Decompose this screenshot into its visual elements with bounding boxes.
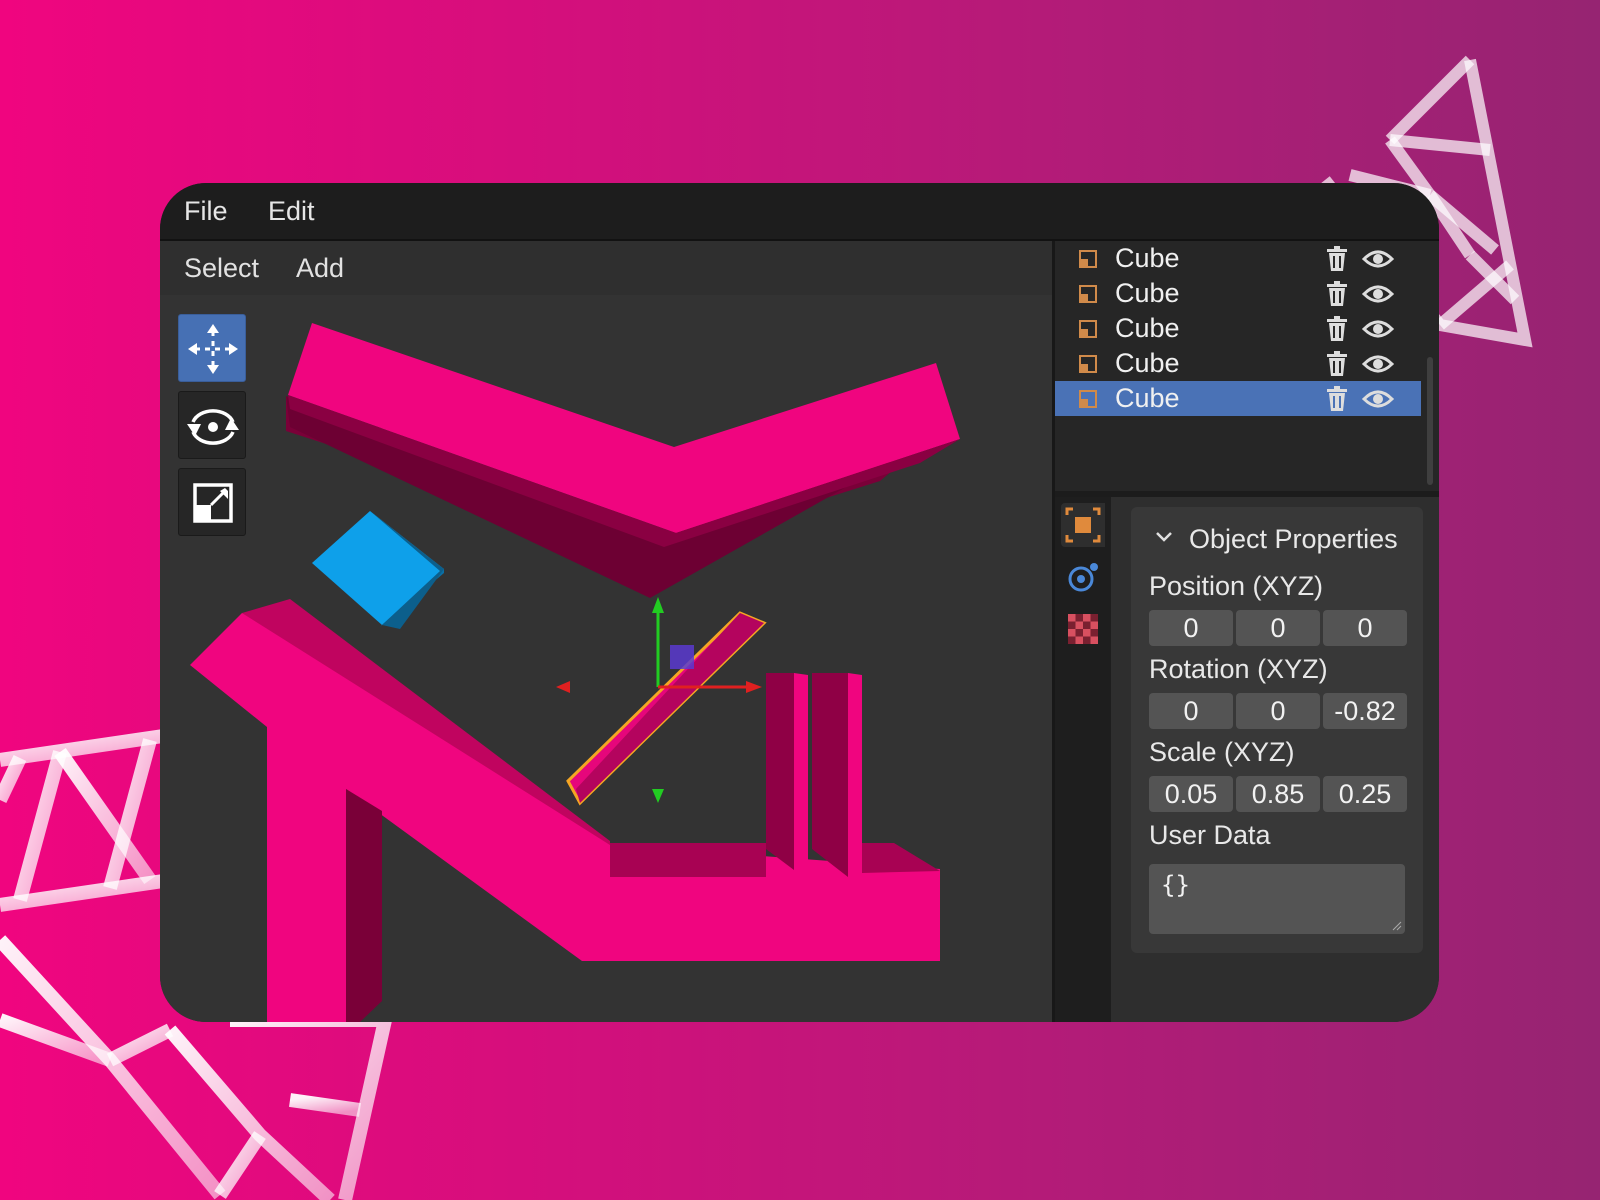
scale-x-field[interactable]: 0.05 [1149,776,1233,812]
rotation-y-field[interactable]: 0 [1236,693,1320,729]
trash-icon[interactable] [1326,386,1348,412]
eye-icon[interactable] [1362,283,1394,305]
outliner-item[interactable]: Cube [1055,346,1421,381]
eye-icon[interactable] [1362,388,1394,410]
cube-object-icon [1079,250,1097,268]
gizmo-x-arrow-left [556,681,570,693]
menu-edit[interactable]: Edit [268,191,315,231]
physics-tab-icon [1068,563,1098,592]
properties-tab-bar [1055,497,1111,1022]
material-tab-icon [1068,614,1098,644]
user-data-value: {} [1161,871,1190,899]
scale-label: Scale (XYZ) [1149,737,1295,767]
outliner-item[interactable]: Cube [1055,276,1421,311]
blue-cube-top [312,511,444,625]
scale-icon [193,483,233,523]
panel-title[interactable]: Object Properties [1189,521,1398,557]
wall-right-front [848,673,862,879]
cube-object-icon [1079,390,1097,408]
position-label: Position (XYZ) [1149,571,1324,601]
outliner-item[interactable]: Cube [1055,241,1421,276]
eye-icon[interactable] [1362,248,1394,270]
material-properties-tab[interactable] [1061,607,1105,651]
gizmo-y-arrow-up [652,597,664,613]
menubar: File Edit [160,183,1439,241]
outliner-item[interactable]: Cube [1055,311,1421,346]
position-z-field[interactable]: 0 [1323,610,1407,646]
wall-left-front [794,673,808,879]
selected-plank-side [576,613,764,803]
position-y-field[interactable]: 0 [1236,610,1320,646]
floor-ledge-top-right [862,843,940,873]
scene-render[interactable] [160,241,1052,1022]
eye-icon[interactable] [1362,318,1394,340]
move-tool-button[interactable] [178,314,246,382]
v-beam [288,323,960,533]
trash-icon[interactable] [1326,281,1348,307]
menu-add[interactable]: Add [296,248,344,288]
rotate-icon [187,409,239,445]
outliner-item-label: Cube [1115,243,1180,273]
outliner-scrollbar[interactable] [1427,357,1433,485]
trash-icon[interactable] [1326,246,1348,272]
gizmo-center [670,645,694,669]
object-properties-panel: Object Properties Position (XYZ) 0 0 0 R… [1131,507,1423,953]
wall-right-side [812,673,848,877]
scale-z-field[interactable]: 0.25 [1323,776,1407,812]
object-properties-tab[interactable] [1061,503,1105,547]
outliner-item-selected[interactable]: Cube [1055,381,1421,416]
outliner-item-label: Cube [1115,278,1180,308]
chevron-down-icon[interactable] [1155,531,1173,543]
physics-properties-tab[interactable] [1061,555,1105,599]
menu-file[interactable]: File [184,191,228,231]
object-tab-icon [1065,507,1101,543]
resize-grip-icon[interactable] [1392,921,1402,931]
cube-object-icon [1079,320,1097,338]
rotation-label: Rotation (XYZ) [1149,654,1328,684]
position-x-field[interactable]: 0 [1149,610,1233,646]
editor-window: File Edit Select Add Cube Cube Cube Cube… [160,183,1439,1022]
rotate-tool-button[interactable] [178,391,246,459]
properties-area: Object Properties Position (XYZ) 0 0 0 R… [1111,497,1439,1022]
outliner-item-label: Cube [1115,348,1180,378]
scale-tool-button[interactable] [178,468,246,536]
viewport-header: Select Add [160,241,1052,295]
trash-icon[interactable] [1326,351,1348,377]
rotation-x-field[interactable]: 0 [1149,693,1233,729]
rotation-z-field[interactable]: -0.82 [1323,693,1407,729]
3d-viewport[interactable]: Select Add [160,241,1052,1022]
outliner: Cube Cube Cube Cube Cube [1055,241,1439,491]
outliner-item-label: Cube [1115,313,1180,343]
post-shadow [346,789,382,1022]
user-data-label: User Data [1149,820,1271,850]
user-data-textarea[interactable]: {} [1149,864,1405,934]
floor-ledge-top [610,843,766,877]
move-icon [188,324,238,374]
cube-object-icon [1079,285,1097,303]
scale-y-field[interactable]: 0.85 [1236,776,1320,812]
cube-object-icon [1079,355,1097,373]
eye-icon[interactable] [1362,353,1394,375]
gizmo-x-arrow-right [746,681,762,693]
menu-select[interactable]: Select [184,248,259,288]
trash-icon[interactable] [1326,316,1348,342]
outliner-item-label: Cube [1115,383,1180,413]
gizmo-y-arrow-down [652,789,664,803]
